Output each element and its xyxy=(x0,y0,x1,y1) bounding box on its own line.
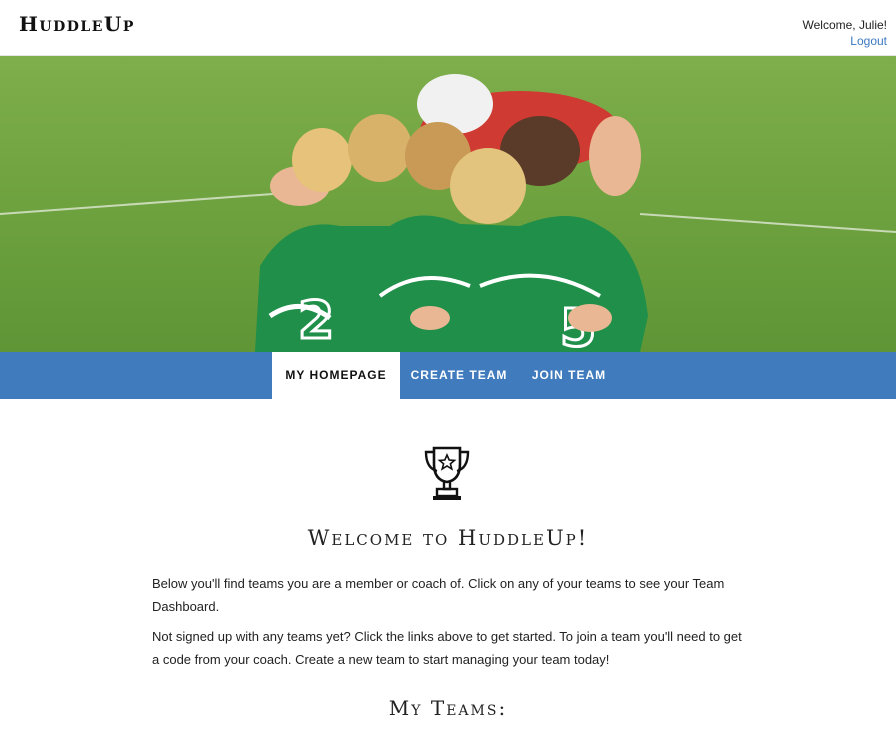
trophy-icon xyxy=(423,444,471,502)
site-header: HuddleUp Welcome, Julie! Logout xyxy=(0,0,896,56)
page-title: Welcome to HuddleUp! xyxy=(307,526,589,550)
my-teams-heading: My Teams: xyxy=(388,696,508,720)
team-huddle-photo: 2 5 xyxy=(0,56,896,352)
user-area: Welcome, Julie! Logout xyxy=(803,17,887,49)
svg-text:2: 2 xyxy=(298,291,334,351)
tab-my-homepage[interactable]: MY HOMEPAGE xyxy=(272,352,400,399)
site-logo[interactable]: HuddleUp xyxy=(19,12,135,36)
tab-join-team[interactable]: JOIN TEAM xyxy=(518,352,620,399)
logout-link[interactable]: Logout xyxy=(803,33,887,49)
hero-image: 2 5 xyxy=(0,56,896,352)
getting-started-paragraph: Not signed up with any teams yet? Click … xyxy=(152,629,742,667)
welcome-message: Welcome, Julie! xyxy=(802,18,887,32)
tab-create-team[interactable]: CREATE TEAM xyxy=(400,352,518,399)
intro-paragraph: Below you'll find teams you are a member… xyxy=(152,576,725,614)
main-nav: MY HOMEPAGE CREATE TEAM JOIN TEAM xyxy=(0,352,896,399)
